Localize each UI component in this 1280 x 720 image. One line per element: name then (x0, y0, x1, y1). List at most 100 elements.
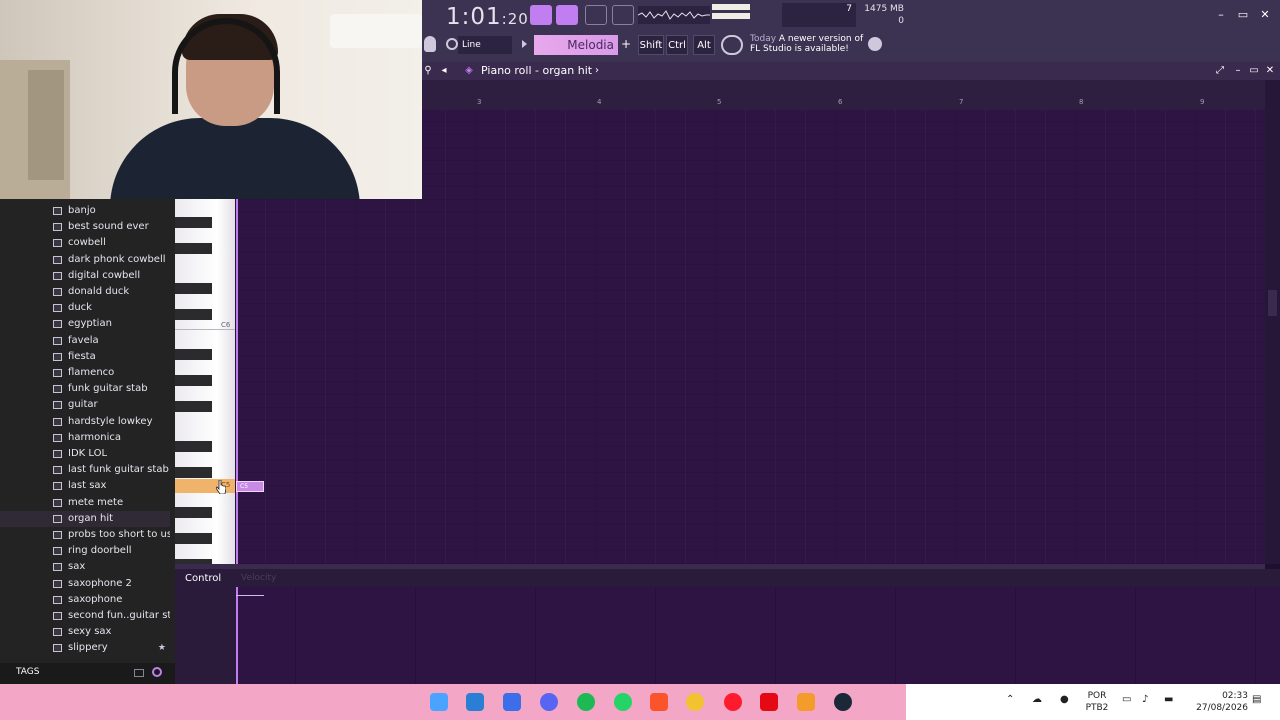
folder-icon[interactable] (134, 669, 144, 677)
opera-icon[interactable] (724, 693, 742, 711)
chrome-icon[interactable] (686, 693, 704, 711)
browser-item[interactable]: cowbell (0, 235, 170, 251)
browser-item[interactable]: last funk guitar stab (0, 462, 170, 478)
news-icon[interactable] (721, 35, 743, 55)
song-time[interactable]: 1:01:20 (446, 4, 529, 30)
black-key[interactable] (175, 375, 212, 386)
browser-item[interactable]: second fun..guitar stab (0, 608, 170, 624)
pattern-arrow-icon[interactable] (522, 40, 527, 48)
browser-item[interactable]: sax (0, 559, 170, 575)
browser-item[interactable]: last sax (0, 478, 170, 494)
metronome-button[interactable] (556, 5, 578, 25)
microphone-tray-icon[interactable]: ● (1060, 694, 1069, 705)
browser-item[interactable]: egyptian (0, 316, 170, 332)
browser-item[interactable]: donald duck (0, 284, 170, 300)
maximize-icon[interactable]: ▭ (1248, 65, 1260, 77)
black-key[interactable] (175, 533, 212, 544)
browser-item[interactable]: harmonica (0, 430, 170, 446)
black-key[interactable] (175, 401, 212, 412)
piano-keyboard[interactable]: C6 C5 (175, 199, 235, 564)
close-icon[interactable]: ✕ (1264, 65, 1276, 77)
star-icon[interactable]: ★ (158, 640, 166, 656)
piano-roll-menu-icon[interactable]: ◈ (463, 65, 475, 77)
black-key[interactable] (175, 243, 212, 254)
black-key[interactable] (175, 309, 212, 320)
browser-item[interactable]: slippery ★ (0, 640, 170, 656)
browser-item[interactable]: hardstyle lowkey (0, 414, 170, 430)
detach-icon[interactable]: ⤢ (1214, 65, 1226, 77)
black-key[interactable] (175, 441, 212, 452)
browser-item[interactable]: guitar (0, 397, 170, 413)
steam-icon[interactable] (834, 693, 852, 711)
onedrive-icon[interactable]: ☁ (1032, 694, 1042, 705)
scrollbar-thumb[interactable] (1268, 290, 1277, 316)
loop-record-button[interactable] (585, 5, 607, 25)
event-editor[interactable]: Control Velocity (175, 569, 1280, 684)
search-icon[interactable] (152, 667, 162, 677)
minimize-icon[interactable]: – (1232, 65, 1244, 77)
browser-item[interactable]: ring doorbell (0, 543, 170, 559)
brave-icon[interactable] (650, 693, 668, 711)
browser-item[interactable]: flamenco (0, 365, 170, 381)
snap-selector[interactable]: Line (458, 36, 512, 54)
browser-item[interactable]: best sound ever (0, 219, 170, 235)
pattern-selector[interactable]: Melodia (534, 35, 618, 55)
velocity-bar[interactable] (236, 595, 264, 596)
black-key[interactable] (175, 467, 212, 478)
timeline-ruler[interactable]: 3 4 5 6 7 8 9 (422, 80, 1265, 110)
clock[interactable]: 02:33 27/08/2026 (1188, 690, 1248, 714)
black-key[interactable] (175, 283, 212, 294)
vertical-scrollbar[interactable] (1265, 80, 1280, 564)
zoom-icon[interactable]: ⚲ (422, 65, 434, 77)
network-icon[interactable]: ▭ (1122, 694, 1131, 705)
browser-item[interactable]: probs too short to use (0, 527, 170, 543)
whatsapp-icon[interactable] (614, 693, 632, 711)
playhead[interactable] (236, 199, 238, 564)
velocity-label[interactable]: Velocity (241, 573, 276, 583)
shift-key[interactable]: Shift (638, 35, 664, 55)
browser-item[interactable]: funk guitar stab (0, 381, 170, 397)
browser-item[interactable]: saxophone 2 (0, 576, 170, 592)
notifications-icon[interactable]: ▤ (1252, 694, 1261, 705)
browser-panel[interactable]: banjo best sound ever cowbell dark phonk co… (0, 199, 175, 684)
language-indicator[interactable]: POR PTB2 (1084, 690, 1110, 714)
start-icon[interactable] (430, 693, 448, 711)
browser-item[interactable]: banjo (0, 203, 170, 219)
browser-item[interactable]: favela (0, 333, 170, 349)
app-icon[interactable] (503, 693, 521, 711)
close-window-icon[interactable]: ✕ (1258, 8, 1272, 22)
piano-roll-titlebar[interactable]: ⚲ ◂ ◈ Piano roll - organ hit › ⤢ – ▭ ✕ (422, 62, 1280, 80)
news-panel[interactable]: Today A newer version of FL Studio is av… (750, 34, 876, 58)
add-pattern-icon[interactable]: + (621, 37, 631, 51)
tags-label[interactable]: TAGS (16, 667, 39, 677)
chevron-right-icon[interactable]: › (591, 65, 603, 77)
browser-item[interactable]: IDK LOL (0, 446, 170, 462)
restore-window-icon[interactable]: ▭ (1236, 8, 1250, 22)
battery-icon[interactable]: ▬ (1164, 694, 1173, 705)
pattern-mode-button[interactable] (530, 5, 552, 25)
spotify-icon[interactable] (577, 693, 595, 711)
browser-item[interactable]: fiesta (0, 349, 170, 365)
vscode-icon[interactable] (466, 693, 484, 711)
black-key[interactable] (175, 349, 212, 360)
browser-item[interactable]: dark phonk cowbell (0, 252, 170, 268)
volume-icon[interactable]: ♪ (1142, 694, 1148, 705)
alt-key[interactable]: Alt (693, 35, 715, 55)
browser-item[interactable]: mete mete (0, 495, 170, 511)
browser-item[interactable]: saxophone (0, 592, 170, 608)
online-icon[interactable] (868, 37, 882, 51)
ctrl-key[interactable]: Ctrl (666, 35, 688, 55)
browser-item[interactable]: duck (0, 300, 170, 316)
fl-studio-icon[interactable] (797, 693, 815, 711)
netflix-icon[interactable] (760, 693, 778, 711)
minimize-window-icon[interactable]: – (1214, 8, 1228, 22)
browser-item[interactable]: sexy sax (0, 624, 170, 640)
play-pause-icon[interactable]: ◂ (438, 65, 450, 77)
chevron-up-icon[interactable]: ⌃ (1006, 694, 1014, 705)
black-key[interactable] (175, 507, 212, 518)
control-label[interactable]: Control (185, 573, 221, 584)
microphone-icon[interactable] (424, 36, 436, 52)
snap-icon[interactable] (446, 38, 458, 50)
typing-keyboard-button[interactable] (612, 5, 634, 25)
browser-item[interactable]: digital cowbell (0, 268, 170, 284)
